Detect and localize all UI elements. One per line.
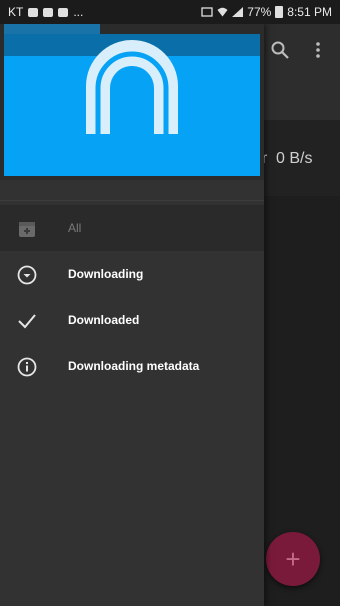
- drawer-divider: [0, 200, 264, 201]
- magnet-logo-icon: [86, 40, 178, 134]
- menu-item-downloaded[interactable]: Downloaded: [0, 297, 264, 343]
- all-icon: [19, 222, 35, 237]
- menu-item-label: Downloaded: [68, 313, 140, 327]
- message-icon: [43, 7, 54, 17]
- menu-item-all[interactable]: All: [0, 205, 264, 251]
- signal-icon: [232, 7, 244, 17]
- info-icon: [17, 357, 37, 377]
- download-speed: 0 B/s: [276, 150, 313, 167]
- wifi-icon: [217, 7, 228, 17]
- check-icon: [18, 314, 36, 329]
- battery-level: 77%: [247, 5, 272, 19]
- menu-item-label: Downloading: [68, 267, 144, 281]
- message-icon: [28, 7, 39, 17]
- status-bar: KT ... 77% 8:51 PM: [0, 0, 340, 24]
- menu-item-label: Downloading metadata: [68, 359, 200, 373]
- menu-item-downloading-metadata[interactable]: Downloading metadata: [0, 343, 264, 389]
- more-options-icon[interactable]: [310, 40, 326, 60]
- downloading-icon: [17, 265, 37, 285]
- menu-item-label: All: [68, 221, 82, 235]
- more-notifications: ...: [73, 5, 84, 19]
- add-torrent-button[interactable]: +: [266, 532, 320, 586]
- carrier-label: KT: [8, 5, 24, 19]
- battery-icon: [275, 6, 284, 18]
- app-logo-banner: [4, 24, 260, 176]
- navigation-drawer: All Downloading Downloaded Downloading m…: [0, 24, 264, 606]
- menu-item-downloading[interactable]: Downloading: [0, 251, 264, 297]
- nfc-icon: [201, 7, 213, 17]
- drawer-header: [0, 24, 264, 180]
- search-icon[interactable]: [270, 40, 290, 60]
- drawer-menu: All Downloading Downloaded Downloading m…: [0, 205, 264, 389]
- plus-icon: +: [285, 543, 301, 574]
- notification-icon: [58, 7, 69, 17]
- clock: 8:51 PM: [287, 5, 332, 19]
